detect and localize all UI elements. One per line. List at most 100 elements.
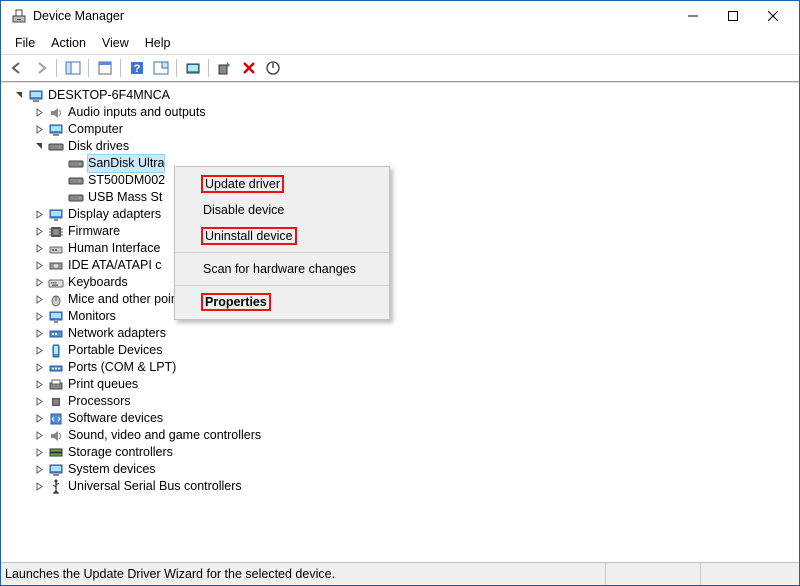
tree-category-ports[interactable]: Ports (COM & LPT) [5,359,799,376]
menu-file[interactable]: File [7,34,43,52]
tree-label: ST500DM002 [88,172,165,189]
tree-category-storage[interactable]: Storage controllers [5,444,799,461]
ctx-uninstall-device[interactable]: Uninstall device [175,223,389,249]
tree-label: Sound, video and game controllers [68,427,261,444]
tree-category-disk[interactable]: Disk drives [5,138,799,155]
window-title: Device Manager [33,9,673,23]
tree-category-proc[interactable]: Processors [5,393,799,410]
softdev-icon [48,411,64,427]
separator [120,59,121,77]
firmware-icon [48,224,64,240]
action-button[interactable] [149,57,172,79]
ctx-scan-hardware[interactable]: Scan for hardware changes [175,256,389,282]
separator [88,59,89,77]
tree-device-sandisk[interactable]: SanDisk Ultra [5,155,799,172]
separator [176,59,177,77]
monitors-icon [48,309,64,325]
maximize-button[interactable] [713,2,753,30]
svg-text:?: ? [133,63,140,75]
disk-icon [68,173,84,189]
status-text: Launches the Update Driver Wizard for th… [5,567,605,581]
ide-icon [48,258,64,274]
tree-label: USB Mass St [88,189,162,206]
tree-label: Storage controllers [68,444,173,461]
tree-category-ide[interactable]: IDE ATA/ATAPI c [5,257,799,274]
tree-label: DESKTOP-6F4MNCA [48,87,170,104]
tree-label: Computer [68,121,123,138]
forward-button[interactable] [29,57,52,79]
tree-category-sound[interactable]: Sound, video and game controllers [5,427,799,444]
uninstall-button[interactable] [237,57,260,79]
tree-label: Disk drives [68,138,129,155]
computer-icon [48,122,64,138]
tree-category-mice[interactable]: Mice and other pointing devices [5,291,799,308]
title-bar: Device Manager [1,1,799,31]
tree-label: Ports (COM & LPT) [68,359,176,376]
disk-icon [68,190,84,206]
tree-category-hid[interactable]: Human Interface [5,240,799,257]
close-button[interactable] [753,2,793,30]
usb-icon [48,479,64,495]
printq-icon [48,377,64,393]
tree-label: Universal Serial Bus controllers [68,478,242,495]
tree-label: SanDisk Ultra [88,155,164,172]
context-menu: Update driver Disable device Uninstall d… [174,166,390,320]
menu-action[interactable]: Action [43,34,94,52]
app-icon [11,8,27,24]
tree-category-display[interactable]: Display adapters [5,206,799,223]
separator [175,252,389,253]
separator [208,59,209,77]
menu-view[interactable]: View [94,34,137,52]
device-tree[interactable]: DESKTOP-6F4MNCAAudio inputs and outputsC… [1,82,799,562]
help-button[interactable]: ? [125,57,148,79]
tree-category-sysdev[interactable]: System devices [5,461,799,478]
tree-label: Audio inputs and outputs [68,104,206,121]
tree-category-firmware[interactable]: Firmware [5,223,799,240]
tree-category-audio[interactable]: Audio inputs and outputs [5,104,799,121]
portable-icon [48,343,64,359]
sysdev-icon [48,462,64,478]
disable-button[interactable] [261,57,284,79]
mice-icon [48,292,64,308]
tree-category-usb[interactable]: Universal Serial Bus controllers [5,478,799,495]
computer-icon [28,88,44,104]
tree-label: System devices [68,461,156,478]
tree-label: Keyboards [68,274,128,291]
disk-icon [68,156,84,172]
tree-category-keyboards[interactable]: Keyboards [5,274,799,291]
menu-bar: File Action View Help [1,31,799,54]
status-cell-2 [605,563,700,585]
menu-help[interactable]: Help [137,34,179,52]
ports-icon [48,360,64,376]
tree-category-network[interactable]: Network adapters [5,325,799,342]
ctx-update-driver[interactable]: Update driver [175,171,389,197]
tree-label: Software devices [68,410,163,427]
scan-hardware-button[interactable] [181,57,204,79]
tree-category-computer[interactable]: Computer [5,121,799,138]
tree-label: Human Interface [68,240,160,257]
tree-label: Display adapters [68,206,161,223]
hid-icon [48,241,64,257]
keyboards-icon [48,275,64,291]
tree-category-portable[interactable]: Portable Devices [5,342,799,359]
disk-icon [48,139,64,155]
tree-category-softdev[interactable]: Software devices [5,410,799,427]
back-button[interactable] [5,57,28,79]
tree-root[interactable]: DESKTOP-6F4MNCA [5,87,799,104]
tree-device-st500[interactable]: ST500DM002 [5,172,799,189]
tree-label: Monitors [68,308,116,325]
tree-label: Portable Devices [68,342,163,359]
minimize-button[interactable] [673,2,713,30]
tree-device-usbmass[interactable]: USB Mass St [5,189,799,206]
toolbar: ? [1,54,799,82]
ctx-properties[interactable]: Properties [175,289,389,315]
show-hide-tree-button[interactable] [61,57,84,79]
tree-category-printq[interactable]: Print queues [5,376,799,393]
tree-category-monitors[interactable]: Monitors [5,308,799,325]
ctx-disable-device[interactable]: Disable device [175,197,389,223]
update-driver-button[interactable] [213,57,236,79]
properties-button[interactable] [93,57,116,79]
tree-label: IDE ATA/ATAPI c [68,257,162,274]
audio-icon [48,105,64,121]
sound-icon [48,428,64,444]
